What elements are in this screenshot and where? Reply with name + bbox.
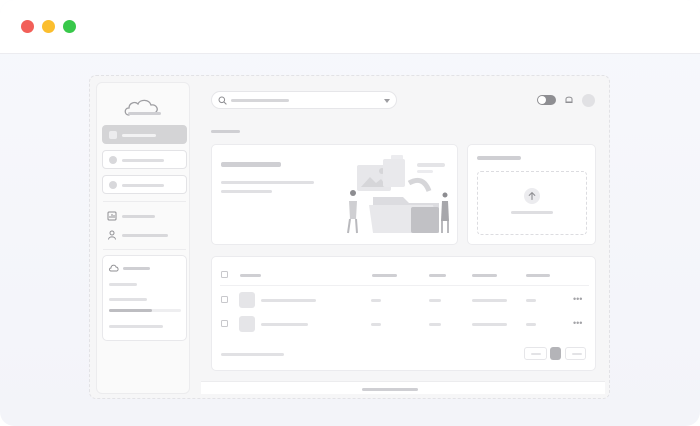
upload-title-placeholder — [477, 156, 521, 160]
storage-progress-fill — [109, 309, 153, 312]
bell-icon[interactable] — [564, 94, 574, 106]
upload-arrow-icon — [528, 191, 536, 201]
file-thumbnail — [239, 316, 255, 332]
nav-label-placeholder — [122, 134, 156, 137]
pagination-summary-placeholder — [221, 353, 284, 356]
file-thumbnail — [239, 292, 255, 308]
column-header[interactable] — [429, 274, 446, 277]
theme-toggle[interactable] — [537, 95, 556, 105]
close-window-button[interactable] — [21, 20, 34, 33]
row-checkbox[interactable] — [221, 320, 228, 327]
nav-icon — [109, 131, 117, 139]
table-cell — [472, 323, 507, 326]
column-header[interactable] — [372, 274, 397, 277]
hero-title-placeholder — [221, 162, 281, 167]
user-icon — [108, 230, 116, 240]
table-cell — [472, 299, 507, 302]
hero-card — [211, 144, 458, 245]
more-horizontal-icon[interactable]: ••• — [573, 319, 582, 328]
upload-hint-placeholder — [511, 211, 553, 214]
storage-usage-placeholder — [109, 298, 147, 301]
storage-title-placeholder — [123, 267, 150, 270]
hero-text-placeholder — [221, 190, 272, 193]
upload-dropzone[interactable] — [477, 171, 587, 235]
table-cell — [526, 299, 536, 302]
storage-link-placeholder[interactable] — [109, 325, 163, 328]
resize-handle[interactable] — [362, 388, 418, 391]
upload-card — [467, 144, 596, 245]
column-header[interactable] — [240, 274, 261, 277]
maximize-window-button[interactable] — [63, 20, 76, 33]
files-table: ••• ••• — [211, 256, 596, 371]
cloud-icon[interactable] — [121, 97, 167, 119]
previous-page-button[interactable] — [524, 347, 547, 360]
sidebar-divider — [103, 249, 186, 250]
search-placeholder — [231, 99, 289, 102]
column-header[interactable] — [472, 274, 497, 277]
window-titlebar — [0, 0, 700, 54]
current-page-button[interactable] — [550, 347, 561, 360]
bottom-bar — [201, 381, 605, 394]
sidebar-item-reports[interactable] — [107, 211, 182, 223]
row-checkbox[interactable] — [221, 296, 228, 303]
table-cell — [429, 299, 441, 302]
app-name-placeholder — [128, 112, 161, 115]
page-title-placeholder — [211, 130, 240, 133]
storage-card — [102, 255, 187, 341]
table-cell — [371, 323, 381, 326]
table-cell — [261, 323, 308, 326]
column-header[interactable] — [526, 274, 550, 277]
next-page-button[interactable] — [565, 347, 586, 360]
sidebar-item-3[interactable] — [102, 175, 187, 194]
sidebar-item-1[interactable] — [102, 125, 187, 144]
button-label-placeholder — [572, 353, 582, 355]
table-divider — [220, 285, 589, 286]
avatar[interactable] — [582, 94, 595, 107]
sidebar-divider — [103, 201, 186, 202]
button-label-placeholder — [531, 353, 541, 355]
table-cell — [526, 323, 536, 326]
hero-text-placeholder — [221, 181, 314, 184]
nav-icon — [109, 181, 117, 189]
more-horizontal-icon[interactable]: ••• — [573, 295, 582, 304]
main-content: ••• ••• — [201, 82, 605, 394]
browser-window: ••• ••• — [0, 0, 700, 426]
app-mockup: ••• ••• — [89, 75, 610, 399]
caret-down-icon[interactable] — [384, 99, 390, 103]
sidebar — [96, 82, 190, 394]
nav-icon — [109, 156, 117, 164]
sidebar-item-users[interactable] — [107, 230, 182, 242]
cloud-icon — [109, 264, 119, 272]
nav-label-placeholder — [122, 184, 164, 187]
upload-button[interactable] — [524, 188, 540, 204]
table-cell — [261, 299, 316, 302]
nav-label-placeholder — [122, 215, 155, 218]
toggle-knob — [538, 96, 546, 104]
table-cell — [371, 299, 381, 302]
storage-subtitle-placeholder — [109, 283, 137, 286]
nav-label-placeholder — [122, 159, 164, 162]
storage-progress-bar — [109, 309, 181, 312]
sidebar-item-2[interactable] — [102, 150, 187, 169]
chart-icon — [107, 211, 117, 221]
nav-label-placeholder — [122, 234, 168, 237]
files-illustration — [347, 155, 449, 234]
select-all-checkbox[interactable] — [221, 271, 228, 278]
search-input[interactable] — [211, 91, 397, 109]
minimize-window-button[interactable] — [42, 20, 55, 33]
table-cell — [429, 323, 441, 326]
search-icon — [218, 96, 227, 105]
